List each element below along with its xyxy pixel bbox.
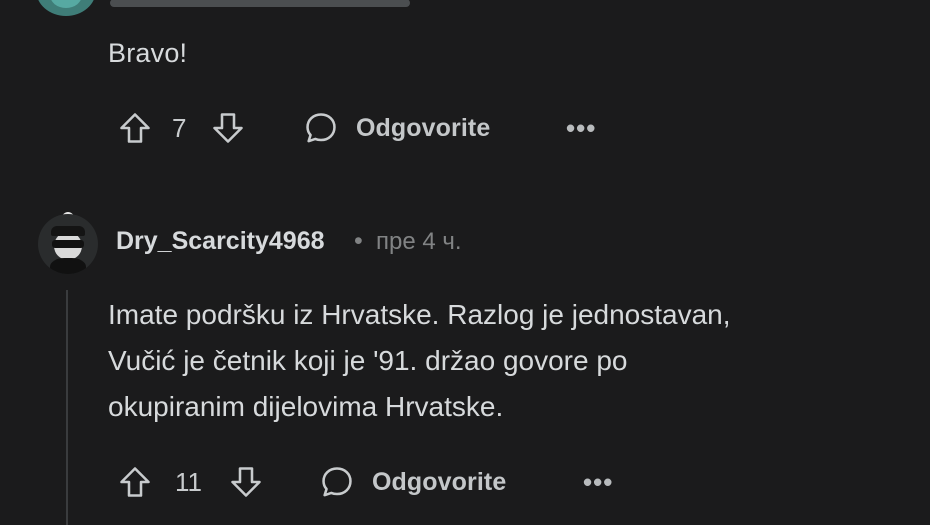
reply-button[interactable]: Odgovorite — [302, 108, 490, 148]
meta-separator: • — [354, 227, 363, 255]
comment-actions: 7 Odgovorite ••• — [0, 108, 930, 148]
speech-bubble-icon — [306, 113, 336, 143]
speech-bubble-icon — [322, 467, 352, 497]
comments-page: Bravo! 7 Odgovorite ••• Dry_Scarcity4968… — [0, 0, 930, 525]
user-avatar[interactable] — [36, 0, 96, 16]
avatar-figure — [50, 0, 82, 8]
more-options-icon: ••• — [583, 466, 614, 497]
vote-count-value: 11 — [175, 466, 202, 497]
comment-timestamp: пре 4 ч. — [376, 228, 462, 255]
more-options-button[interactable]: ••• — [583, 462, 613, 502]
comment-body: Imate podršku iz Hrvatske. Razlog je jed… — [108, 292, 908, 430]
upvote-button[interactable] — [117, 462, 153, 502]
comment-body: Bravo! — [108, 38, 188, 68]
avatar-body — [50, 258, 86, 274]
user-avatar[interactable] — [38, 214, 98, 274]
upvote-arrow-icon — [120, 467, 150, 497]
comment-line: okupiranim dijelovima Hrvatske. — [108, 391, 504, 422]
comment-actions: 11 Odgovorite ••• — [0, 462, 930, 502]
reply-label: Odgovorite — [372, 467, 507, 496]
avatar-glasses — [52, 240, 84, 248]
upvote-button[interactable] — [117, 108, 153, 148]
username-link[interactable]: Dry_Scarcity4968 — [116, 227, 325, 256]
avatar-hat — [51, 226, 85, 236]
downvote-arrow-icon — [231, 467, 261, 497]
reply-label: Odgovorite — [356, 113, 491, 142]
downvote-arrow-icon — [213, 113, 243, 143]
downvote-button[interactable] — [228, 462, 264, 502]
vote-count: 7 — [172, 108, 186, 148]
comment-meta-cut-off — [110, 0, 450, 7]
vote-count-value: 7 — [172, 112, 187, 143]
comment-line: Imate podršku iz Hrvatske. Razlog je jed… — [108, 299, 731, 330]
comment-line: Vučić je četnik koji je '91. držao govor… — [108, 345, 628, 376]
reply-button[interactable]: Odgovorite — [318, 462, 506, 502]
cut-off-meta-line — [110, 0, 410, 7]
upvote-arrow-icon — [120, 113, 150, 143]
downvote-button[interactable] — [210, 108, 246, 148]
more-options-icon: ••• — [566, 112, 597, 143]
vote-count: 11 — [175, 462, 202, 502]
more-options-button[interactable]: ••• — [566, 108, 596, 148]
